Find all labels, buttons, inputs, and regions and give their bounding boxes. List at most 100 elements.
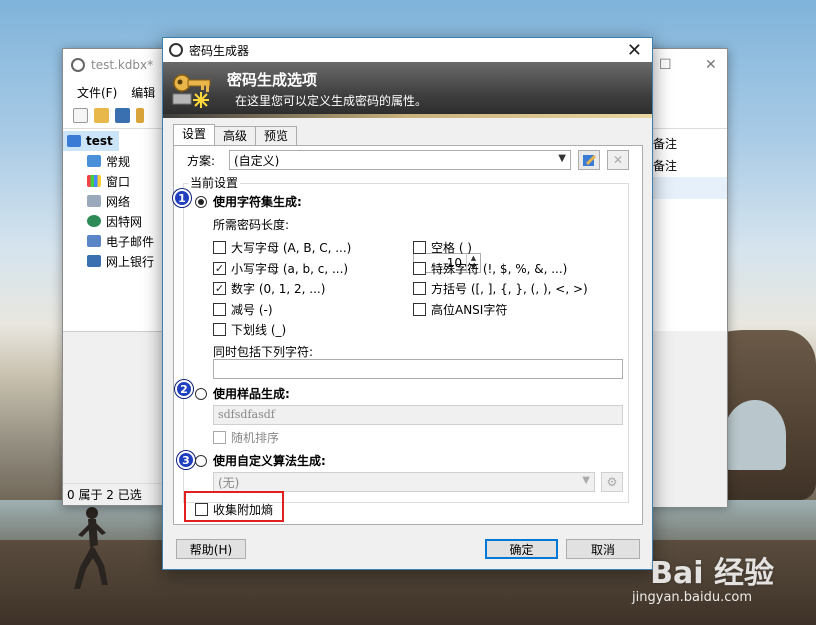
status-bar: 0 属于 2 已选 — [63, 483, 163, 505]
rock-arch-opening — [724, 400, 786, 470]
entry-notes-cell[interactable]: 备注 — [651, 155, 727, 177]
option-label: 小写字母 (a, b, c, ...) — [231, 262, 349, 276]
charset-radio-row[interactable]: 使用字符集生成: — [195, 193, 302, 210]
charset-radio[interactable] — [195, 195, 207, 208]
chevron-down-icon: ▼ — [558, 153, 566, 164]
charset-radio-label: 使用字符集生成: — [213, 195, 302, 209]
shuffle-option[interactable]: 随机排序 — [213, 429, 279, 446]
tab-advanced[interactable]: 高级 — [214, 126, 257, 146]
option-special[interactable]: 特殊字符 (!, $, %, &, ...) — [413, 260, 567, 277]
pattern-radio-row[interactable]: 使用样品生成: — [195, 385, 290, 402]
delete-profile-button[interactable]: ✕ — [607, 150, 629, 170]
option-underline[interactable]: 下划线 (_) — [213, 321, 286, 338]
option-label: 减号 (-) — [231, 303, 273, 317]
option-label: 数字 (0, 1, 2, ...) — [231, 282, 326, 296]
option-high-ansi[interactable]: 高位ANSI字符 — [413, 301, 507, 318]
checkbox-shuffle[interactable] — [213, 431, 226, 444]
annotation-highlight — [184, 491, 284, 522]
maximize-icon[interactable]: ☐ — [659, 57, 672, 73]
save-profile-button[interactable] — [578, 150, 600, 170]
tree-item-label: 因特网 — [106, 214, 143, 229]
gear-icon: ⚙ — [606, 475, 618, 489]
details-pane — [63, 331, 163, 485]
tree-item-email[interactable]: 电子邮件 — [63, 231, 163, 251]
percent-icon — [87, 255, 101, 267]
checkbox-space[interactable] — [413, 241, 426, 254]
profile-dropdown[interactable]: (自定义) ▼ — [229, 150, 571, 170]
tab-preview[interactable]: 预览 — [255, 126, 298, 146]
close-icon[interactable]: ✕ — [627, 40, 642, 61]
option-label: 下划线 (_) — [231, 323, 287, 337]
profile-label: 方案: — [187, 154, 216, 168]
globe-icon — [87, 215, 101, 227]
custom-radio[interactable] — [195, 454, 207, 467]
windows-icon — [87, 175, 101, 187]
tree-item-general[interactable]: 常规 — [63, 151, 163, 171]
cancel-button[interactable]: 取消 — [566, 539, 640, 559]
banner-subtitle: 在这里您可以定义生成密码的属性。 — [235, 94, 428, 108]
current-settings-label: 当前设置 — [188, 174, 241, 191]
banner-stripe — [163, 114, 652, 118]
tree-item-network[interactable]: 网络 — [63, 191, 163, 211]
step-badge-1: 1 — [173, 189, 191, 207]
tree-item-internet[interactable]: 因特网 — [63, 211, 163, 231]
banner-title: 密码生成选项 — [227, 71, 318, 89]
tree-item-label: 常规 — [106, 154, 131, 169]
option-label: 大写字母 (A, B, C, ...) — [231, 241, 352, 255]
open-folder-icon[interactable] — [94, 108, 109, 123]
main-window-title: test.kdbx* — [91, 58, 154, 72]
entry-notes-cell[interactable]: 备注 — [651, 133, 727, 155]
custom-radio-label: 使用自定义算法生成: — [213, 454, 326, 468]
step-badge-2: 2 — [175, 380, 193, 398]
save-icon[interactable] — [115, 108, 130, 123]
checkbox-lowercase[interactable]: ✓ — [213, 262, 226, 275]
checkbox-underline[interactable] — [213, 323, 226, 336]
help-button[interactable]: 帮助(H) — [176, 539, 246, 559]
close-icon[interactable]: ✕ — [705, 57, 717, 73]
checkbox-high-ansi[interactable] — [413, 303, 426, 316]
option-space[interactable]: 空格 ( ) — [413, 239, 472, 256]
tab-settings[interactable]: 设置 — [173, 124, 216, 146]
checkbox-digits[interactable]: ✓ — [213, 282, 226, 295]
tree-item-label: test — [86, 134, 113, 148]
tree-item-banking[interactable]: 网上银行 — [63, 251, 163, 271]
checkbox-minus[interactable] — [213, 303, 226, 316]
option-label: 空格 ( ) — [431, 241, 472, 255]
checkbox-special[interactable] — [413, 262, 426, 275]
include-chars-input[interactable] — [213, 359, 623, 379]
custom-algorithm-dropdown[interactable]: (无) ▼ — [213, 472, 595, 492]
pattern-radio[interactable] — [195, 387, 207, 400]
tree-item-label: 电子邮件 — [106, 234, 155, 249]
checkbox-brackets[interactable] — [413, 282, 426, 295]
menu-file[interactable]: 文件(F) — [77, 84, 117, 101]
pattern-radio-label: 使用样品生成: — [213, 387, 290, 401]
option-label: 高位ANSI字符 — [431, 303, 508, 317]
option-digits[interactable]: ✓ 数字 (0, 1, 2, ...) — [213, 280, 325, 297]
dialog-title: 密码生成器 — [189, 43, 250, 58]
new-file-icon[interactable] — [73, 108, 88, 123]
custom-radio-row[interactable]: 使用自定义算法生成: — [195, 452, 326, 469]
folder-icon — [67, 135, 81, 147]
option-uppercase[interactable]: 大写字母 (A, B, C, ...) — [213, 239, 351, 256]
entry-selected-row[interactable] — [651, 177, 727, 199]
profile-dropdown-value: (自定义) — [234, 153, 280, 168]
key-icon[interactable] — [136, 108, 144, 123]
chevron-down-icon: ▼ — [582, 475, 590, 486]
menu-edit[interactable]: 编辑 — [131, 84, 155, 101]
option-lowercase[interactable]: ✓ 小写字母 (a, b, c, ...) — [213, 260, 348, 277]
baidu-watermark: Bai 经验 — [650, 556, 774, 591]
pattern-input[interactable]: sdfsdfasdf — [213, 405, 623, 425]
option-label: 方括号 ([, ], {, }, (, ), <, >) — [431, 282, 588, 296]
checkbox-uppercase[interactable] — [213, 241, 226, 254]
custom-algorithm-value: (无) — [218, 475, 240, 490]
tree-item-windows[interactable]: 窗口 — [63, 171, 163, 191]
option-brackets[interactable]: 方括号 ([, ], {, }, (, ), <, >) — [413, 280, 588, 297]
algorithm-options-button[interactable]: ⚙ — [601, 472, 623, 492]
dialog-banner: 密码生成选项 在这里您可以定义生成密码的属性。 — [163, 62, 652, 118]
ok-button[interactable]: 确定 — [485, 539, 558, 559]
tree-item-root[interactable]: test — [63, 131, 119, 151]
keepass-lock-icon — [71, 58, 85, 72]
shuffle-label: 随机排序 — [231, 431, 280, 445]
length-label: 所需密码长度: — [213, 218, 290, 232]
option-minus[interactable]: 减号 (-) — [213, 301, 273, 318]
